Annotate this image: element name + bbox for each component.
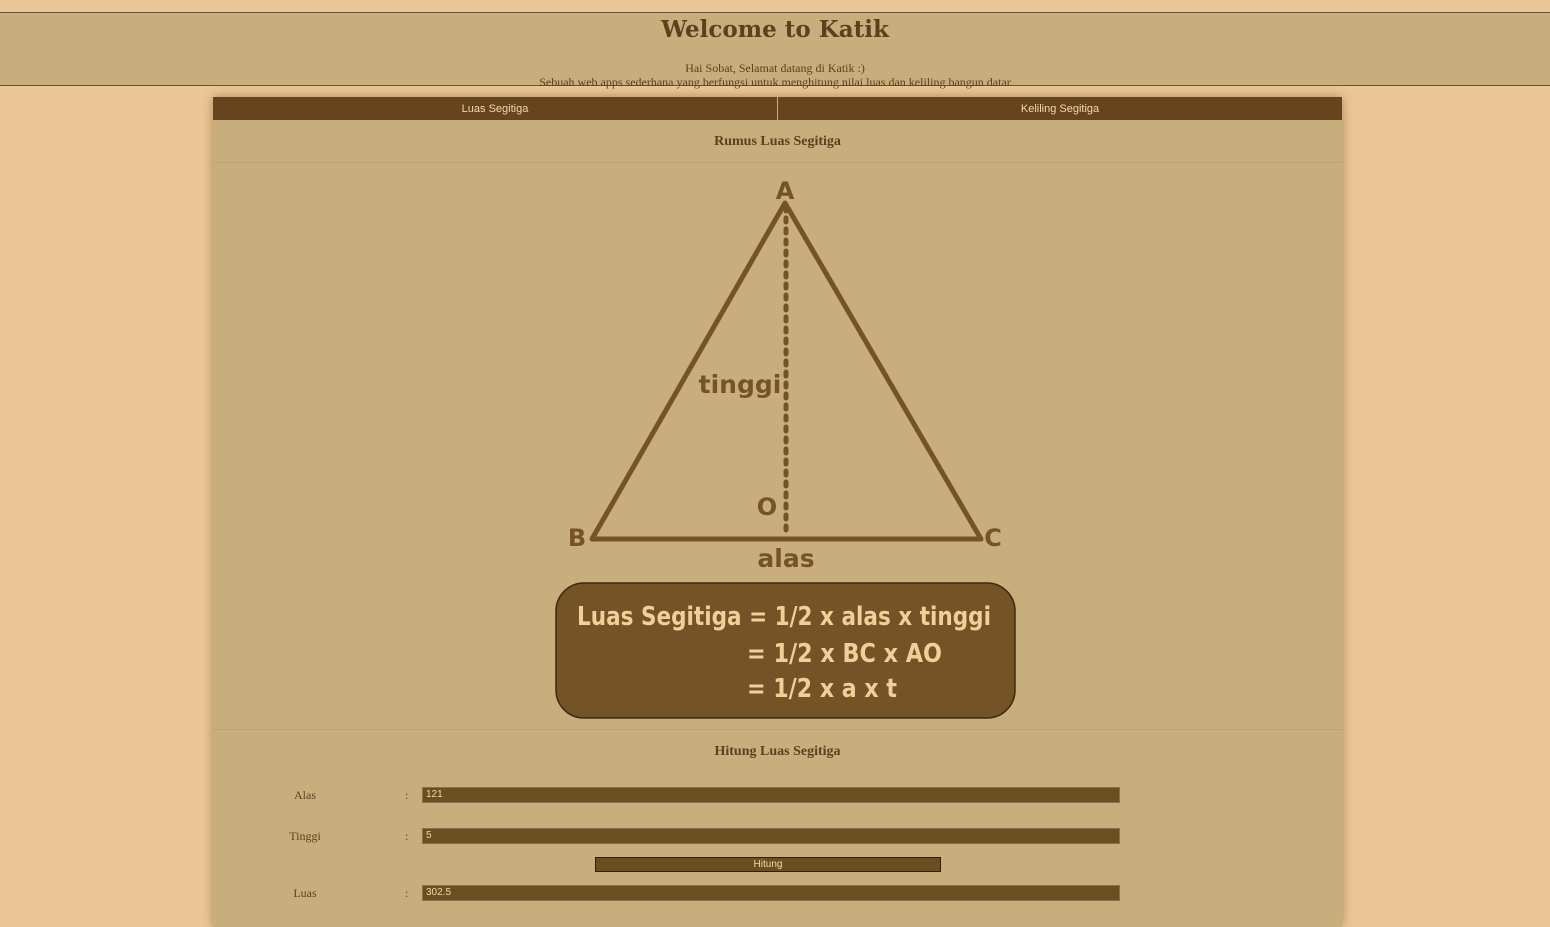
luas-colon: : [405,886,409,900]
luas-row: Luas : 302.5 [213,885,1342,901]
tinggi-row: Tinggi : 5 [213,828,1342,844]
hitung-button[interactable]: Hitung [595,857,941,872]
formula-line-2: = 1/2 x BC x AO [747,639,942,669]
tinggi-label: Tinggi [289,829,321,843]
point-o-label: O [757,493,777,521]
height-label: tinggi [699,370,782,399]
welcome-text: Hai Sobat, Selamat datang di Katik :) [685,61,865,75]
vertex-b-label: B [568,524,586,552]
alas-label: Alas [294,788,316,802]
luas-output[interactable]: 302.5 [422,885,1120,901]
tinggi-input[interactable]: 5 [422,828,1120,844]
triangle-svg: A B C O tinggi alas Luas Segitiga = 1/2 … [555,177,1016,719]
main-panel: Luas Segitiga Keliling Segitiga Rumus Lu… [213,97,1342,927]
tab-keliling-segitiga[interactable]: Keliling Segitiga [777,97,1342,120]
vertex-c-label: C [984,524,1002,552]
description-text: Sebuah web apps sederhana yang berfungsi… [539,75,1011,89]
tab-luas-segitiga[interactable]: Luas Segitiga [213,97,777,120]
triangle-diagram: A B C O tinggi alas Luas Segitiga = 1/2 … [213,163,1342,730]
calc-section-title: Hitung Luas Segitiga [714,744,841,759]
formula-line-1: Luas Segitiga = 1/2 x alas x tinggi [577,602,991,632]
page-header: Welcome to Katik Hai Sobat, Selamat data… [0,12,1550,89]
alas-colon: : [405,788,409,802]
base-label: alas [757,544,814,573]
alas-row: Alas : 121 [213,787,1342,803]
formula-section-title: Rumus Luas Segitiga [213,120,1342,163]
tinggi-colon: : [405,829,409,843]
luas-label: Luas [293,886,317,900]
alas-input[interactable]: 121 [422,787,1120,803]
tab-bar: Luas Segitiga Keliling Segitiga [213,97,1342,120]
page-title: Welcome to Katik [661,16,889,43]
formula-line-3: = 1/2 x a x t [747,674,897,704]
vertex-a-label: A [776,177,795,205]
